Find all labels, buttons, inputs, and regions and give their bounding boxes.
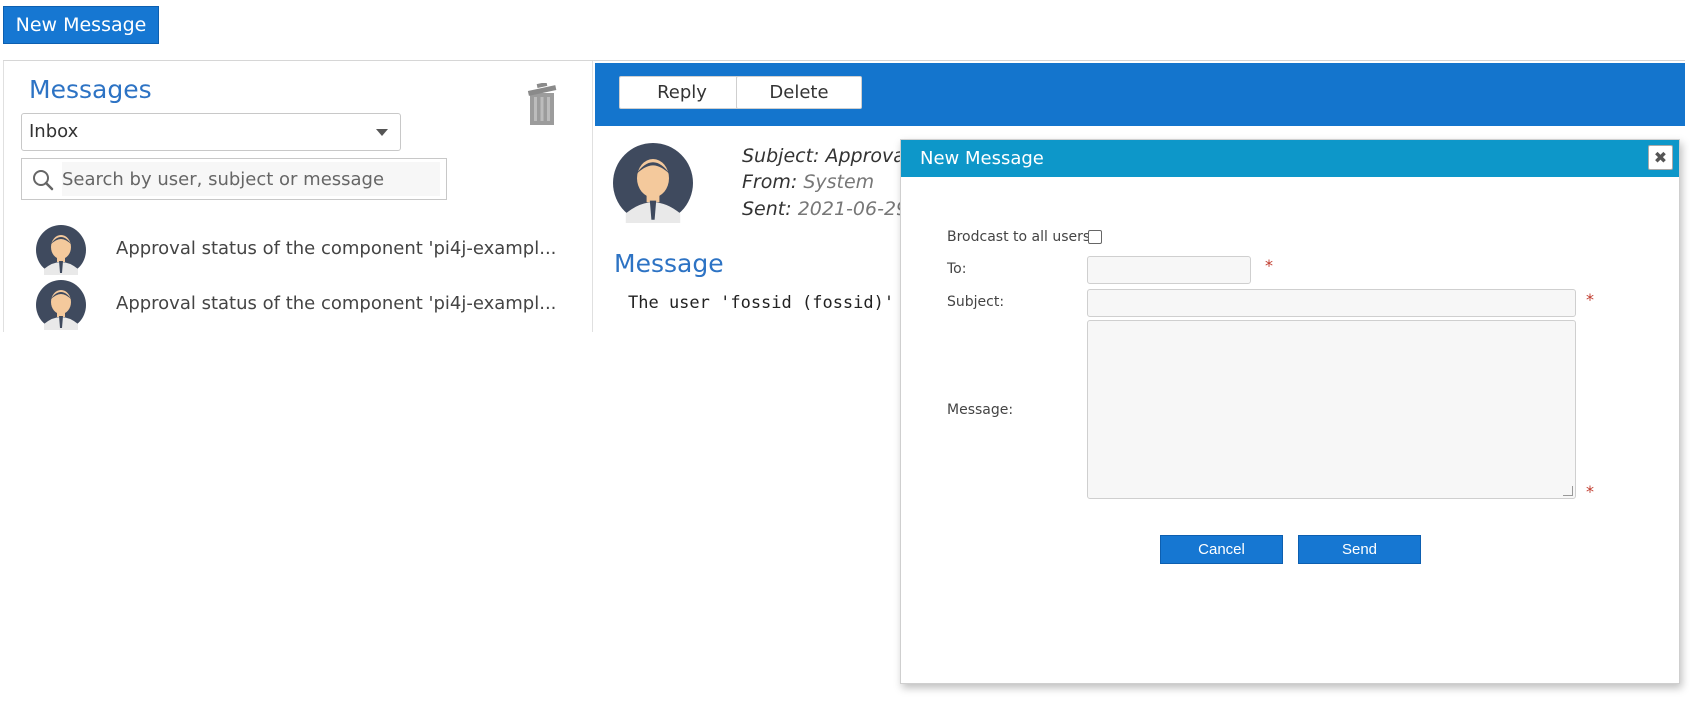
search-input[interactable]: Search by user, subject or message (62, 162, 440, 196)
message-heading: Message (614, 249, 724, 278)
messages-list-pane: Messages Inbox Search by user, subject o… (3, 61, 593, 332)
resize-handle-icon[interactable] (1563, 486, 1573, 496)
list-item[interactable]: Approval status of the component 'pi4j-e… (32, 280, 572, 332)
from-value: System (803, 171, 875, 193)
delete-button[interactable]: Delete (736, 76, 862, 109)
search-icon (32, 169, 54, 191)
message-body: The user 'fossid (fossid)' (628, 293, 895, 313)
sender-avatar-icon (613, 143, 693, 223)
folder-select-value: Inbox (29, 121, 79, 142)
subject-value: Approval (825, 145, 911, 167)
subject-label: Subject: (947, 294, 1005, 310)
message-toolbar: Reply Delete (595, 63, 1685, 126)
reply-button[interactable]: Reply (619, 76, 745, 109)
user-avatar-icon (36, 225, 86, 275)
folder-select[interactable]: Inbox (21, 113, 401, 151)
close-icon[interactable]: ✖ (1648, 145, 1673, 170)
sent-value: 2021-06-29 (797, 198, 909, 220)
required-mark: * (1586, 482, 1594, 501)
message-from-line: From: System (742, 171, 875, 193)
search-box[interactable]: Search by user, subject or message (21, 158, 447, 200)
message-subject-line: Subject: Approval (742, 145, 911, 167)
new-message-dialog: New Message ✖ Brodcast to all users: To:… (900, 139, 1680, 684)
required-mark: * (1586, 290, 1594, 309)
user-avatar-icon (36, 280, 86, 330)
to-field[interactable] (1087, 256, 1251, 284)
message-textarea[interactable] (1087, 320, 1576, 499)
trash-icon[interactable] (527, 82, 557, 125)
message-subject: Approval status of the component 'pi4j-e… (116, 293, 557, 314)
dialog-header: New Message ✖ (901, 140, 1679, 177)
broadcast-label: Brodcast to all users: (947, 229, 1095, 245)
required-mark: * (1265, 256, 1273, 275)
send-button[interactable]: Send (1298, 535, 1421, 564)
list-item[interactable]: Approval status of the component 'pi4j-e… (32, 225, 572, 277)
message-subject: Approval status of the component 'pi4j-e… (116, 238, 557, 259)
new-message-button[interactable]: New Message (3, 6, 159, 44)
broadcast-checkbox[interactable] (1088, 230, 1102, 244)
messages-title: Messages (29, 75, 152, 104)
message-label: Message: (947, 402, 1014, 418)
cancel-button[interactable]: Cancel (1160, 535, 1283, 564)
to-label: To: (947, 261, 967, 277)
message-sent-line: Sent: 2021-06-29 (742, 198, 909, 220)
chevron-down-icon (376, 129, 388, 136)
dialog-title: New Message (920, 148, 1044, 169)
subject-field[interactable] (1087, 289, 1576, 317)
